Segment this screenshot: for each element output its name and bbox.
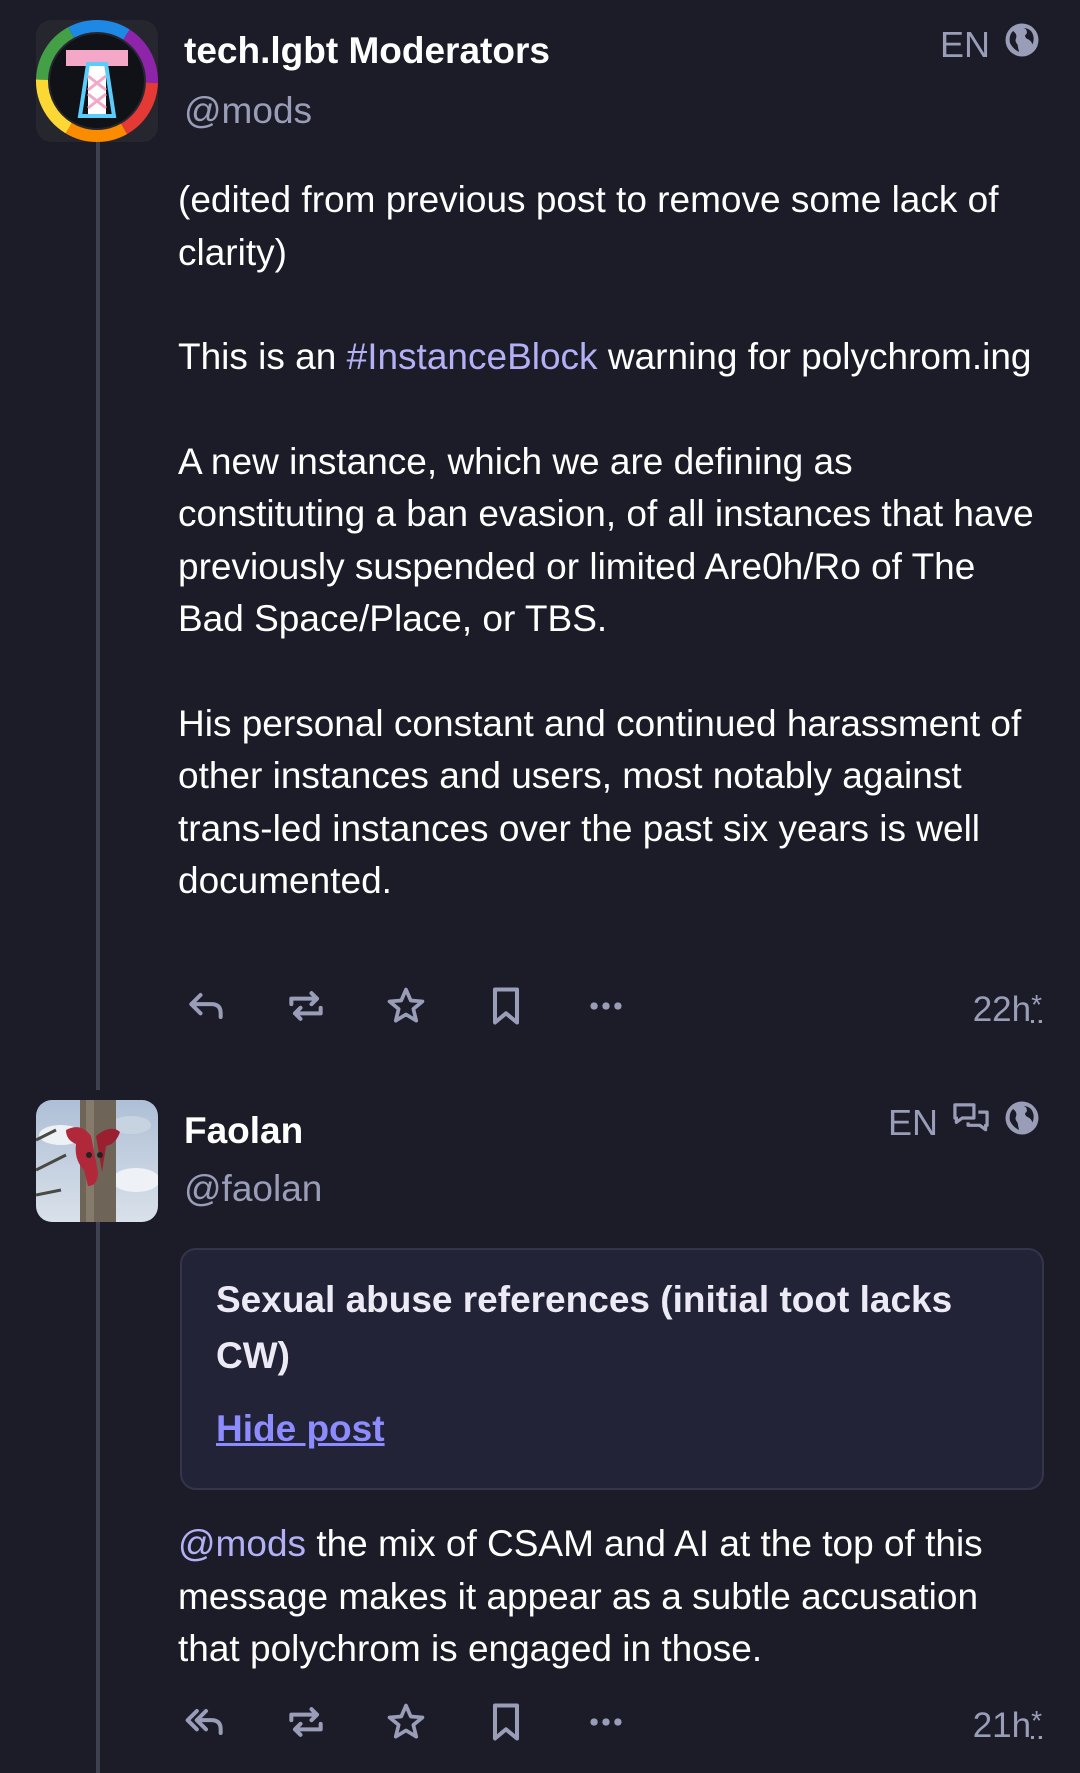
more-icon bbox=[590, 1718, 622, 1726]
timestamp[interactable]: 21h* bbox=[973, 1706, 1042, 1746]
favourite-button[interactable] bbox=[384, 1700, 428, 1744]
language-badge: EN bbox=[939, 23, 990, 65]
handle[interactable]: @mods bbox=[184, 90, 312, 132]
boost-icon bbox=[289, 1707, 323, 1737]
content-warning-box: Sexual abuse references (initial toot la… bbox=[180, 1248, 1044, 1490]
globe-icon bbox=[1004, 22, 1040, 67]
action-bar: 21h* bbox=[184, 1700, 1042, 1760]
display-name[interactable]: tech.lgbt Moderators bbox=[184, 30, 550, 72]
star-icon bbox=[387, 987, 425, 1023]
more-button[interactable] bbox=[584, 1700, 628, 1744]
bookmark-button[interactable] bbox=[484, 1700, 528, 1744]
more-button[interactable] bbox=[584, 984, 628, 1028]
post-content: @mods the mix of CSAM and AI at the top … bbox=[178, 1518, 1048, 1676]
paragraph: (edited from previous post to remove som… bbox=[178, 179, 999, 273]
mention-link[interactable]: @mods bbox=[178, 1523, 306, 1564]
post-mods: tech.lgbt Moderators @mods EN (edited fr… bbox=[0, 0, 1080, 1080]
tech-lgbt-logo-icon bbox=[36, 20, 158, 142]
boost-button[interactable] bbox=[284, 984, 328, 1028]
paragraph: @mods the mix of CSAM and AI at the top … bbox=[178, 1518, 1048, 1676]
post-meta: EN bbox=[940, 22, 1040, 67]
timestamp-text: 22h bbox=[972, 990, 1032, 1029]
hashtag-link[interactable]: #InstanceBlock bbox=[347, 336, 598, 377]
more-icon bbox=[590, 1002, 622, 1010]
boost-button[interactable] bbox=[284, 1700, 328, 1744]
hide-post-button[interactable]: Hide post bbox=[216, 1408, 385, 1450]
favourite-button[interactable] bbox=[384, 984, 428, 1028]
globe-icon bbox=[1004, 1100, 1040, 1145]
reply-all-button[interactable] bbox=[184, 1700, 228, 1744]
display-name[interactable]: Faolan bbox=[184, 1110, 303, 1152]
avatar[interactable] bbox=[36, 20, 158, 142]
paragraph: A new instance, which we are defining as… bbox=[178, 440, 1034, 640]
content-warning-text: Sexual abuse references (initial toot la… bbox=[216, 1279, 953, 1376]
reply-icon bbox=[189, 992, 223, 1020]
bookmark-icon bbox=[492, 1703, 520, 1741]
action-bar: 22h* bbox=[184, 984, 1042, 1044]
handle[interactable]: @faolan bbox=[184, 1168, 322, 1210]
edited-mark: * bbox=[1031, 1706, 1042, 1739]
boost-icon bbox=[289, 991, 323, 1021]
paragraph-text: warning for polychrom.ing bbox=[597, 336, 1032, 377]
paragraph: His personal constant and continued hara… bbox=[178, 702, 1022, 902]
paragraph: This is an #InstanceBlock warning for po… bbox=[178, 331, 1048, 384]
post-meta: EN bbox=[888, 1100, 1040, 1145]
timestamp[interactable]: 22h* bbox=[973, 990, 1042, 1030]
post-content: (edited from previous post to remove som… bbox=[178, 174, 1048, 908]
bookmark-button[interactable] bbox=[484, 984, 528, 1028]
avatar-photo-icon bbox=[36, 1100, 158, 1222]
reply-button[interactable] bbox=[184, 984, 228, 1028]
timestamp-text: 21h bbox=[972, 1706, 1032, 1745]
language-badge: EN bbox=[887, 1101, 938, 1143]
edited-mark: * bbox=[1031, 990, 1042, 1023]
reply-all-icon bbox=[185, 1708, 223, 1736]
avatar[interactable] bbox=[36, 1100, 158, 1222]
conversation-icon bbox=[952, 1100, 990, 1145]
star-icon bbox=[387, 1703, 425, 1739]
paragraph-text: This is an bbox=[178, 336, 347, 377]
bookmark-icon bbox=[492, 987, 520, 1025]
